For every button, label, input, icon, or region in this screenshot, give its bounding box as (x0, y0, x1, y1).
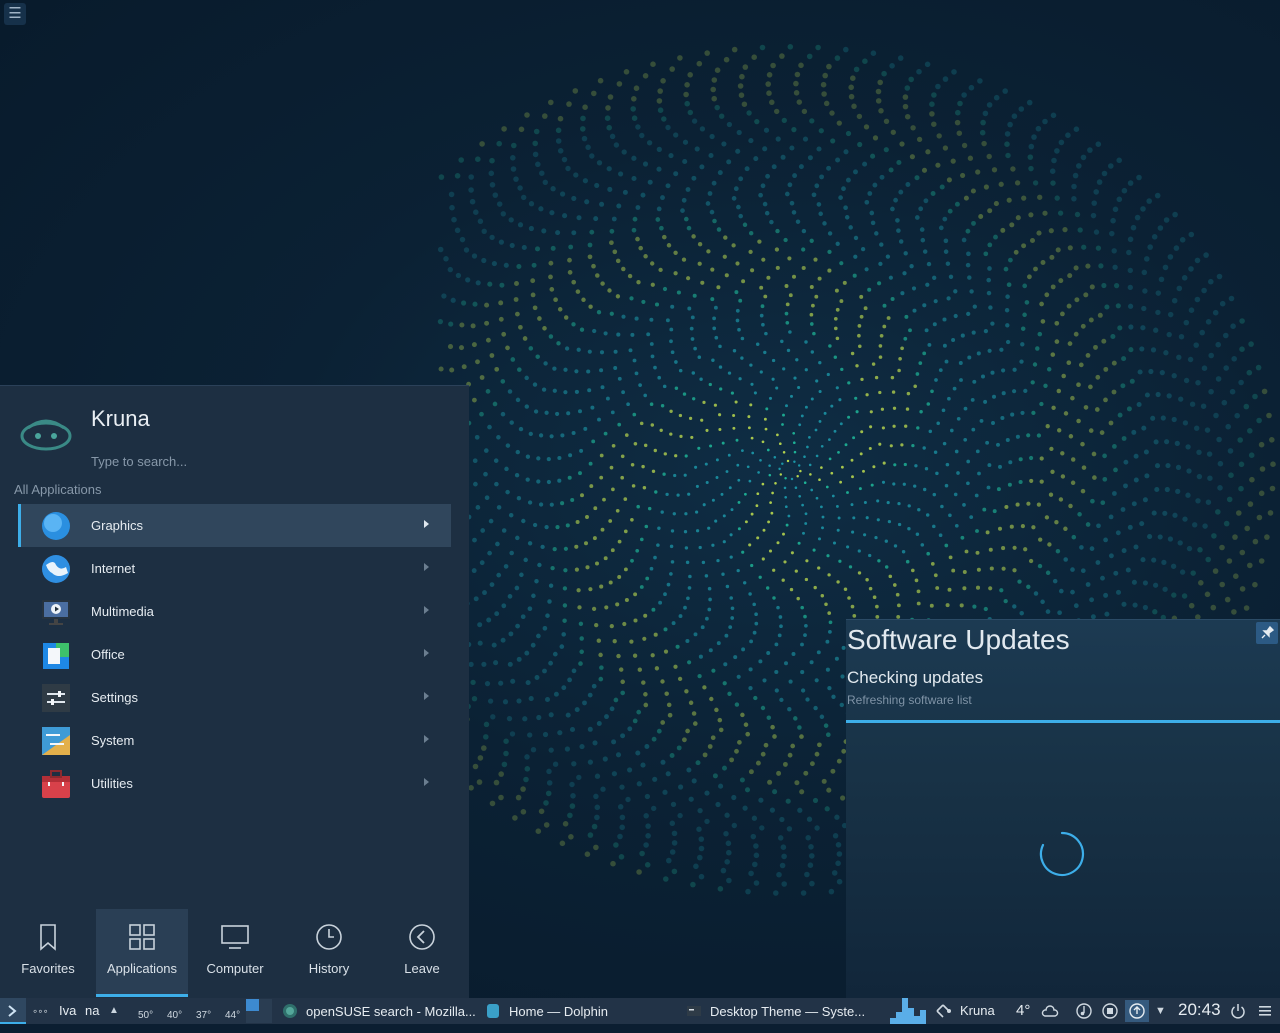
category-label: System (91, 733, 135, 748)
tab-history[interactable]: History (283, 909, 375, 997)
back-arrow-icon (409, 924, 435, 950)
cloud-icon[interactable] (1041, 1002, 1059, 1020)
category-graphics[interactable]: Graphics (18, 504, 451, 547)
task-firefox[interactable]: openSUSE search - Mozilla... (282, 998, 476, 1024)
category-label: Internet (91, 561, 136, 576)
audio-volume-icon[interactable] (1075, 1002, 1093, 1020)
chevron-right-icon (424, 606, 429, 614)
task-label: openSUSE search - Mozilla... (306, 1003, 476, 1019)
category-settings[interactable]: Settings (18, 676, 451, 719)
activity-label[interactable]: na (85, 998, 99, 1024)
media-stop-icon[interactable] (1101, 1002, 1119, 1020)
chevron-right-icon (424, 563, 429, 571)
expand-up-icon[interactable]: ▲ (109, 998, 119, 1024)
launcher-button[interactable] (0, 998, 26, 1024)
category-office[interactable]: Office (18, 633, 451, 676)
chevron-right-icon (424, 649, 429, 657)
tab-label: Applications (106, 961, 178, 976)
app-category-list: Graphics Internet Multimedia Office Sett… (18, 504, 451, 805)
kdeconnect-label[interactable]: Kruna (960, 998, 995, 1024)
tab-label: Leave (404, 961, 440, 976)
internet-icon (42, 555, 70, 583)
chevron-right-icon (424, 520, 429, 528)
busy-spinner-icon (1039, 831, 1085, 877)
cpu-graph-icon (890, 998, 926, 1024)
graphics-icon (42, 512, 70, 540)
virtual-desktop-pager[interactable] (246, 998, 272, 1024)
kdeconnect-icon[interactable] (934, 1002, 952, 1020)
category-label: Utilities (91, 776, 133, 791)
tab-computer[interactable]: Computer (189, 909, 281, 997)
bookmark-icon (40, 924, 56, 951)
chevron-right-icon (424, 778, 429, 786)
system-icon (42, 727, 70, 755)
panel-menu-icon[interactable] (1256, 1002, 1274, 1020)
terminal-icon (687, 1006, 701, 1016)
category-internet[interactable]: Internet (18, 547, 451, 590)
updates-tray-icon[interactable] (1125, 1000, 1149, 1022)
sensor-temp: 50° (138, 1010, 154, 1021)
sensor-temp: 44° (225, 1010, 241, 1021)
category-label: Graphics (91, 518, 144, 533)
settings-icon (42, 684, 70, 712)
notification-subtitle: Checking updates (847, 668, 984, 687)
kde-launcher-icon (8, 1005, 17, 1017)
taskbar: ◦◦◦ Iva na ▲ 50° 40° 37° 44° openSUSE se… (0, 998, 1280, 1024)
category-label: Multimedia (91, 604, 154, 619)
application-launcher: Kruna All Applications Graphics Internet (0, 385, 469, 998)
software-updates-notification: Software Updates Checking updates Refres… (846, 619, 1280, 998)
tab-applications[interactable]: Applications (96, 909, 188, 997)
monitor-icon (221, 925, 249, 949)
progress-bar (846, 720, 1280, 723)
task-system-settings[interactable]: Desktop Theme — Syste... (686, 998, 865, 1024)
sensor-temp: 37° (196, 1010, 212, 1021)
clock[interactable]: 20:43 (1178, 1000, 1221, 1020)
power-icon[interactable] (1229, 1002, 1247, 1020)
tray-expand-icon[interactable]: ▼ (1155, 998, 1166, 1024)
chevron-right-icon (424, 735, 429, 743)
multimedia-icon (42, 600, 70, 625)
search-input[interactable] (88, 450, 388, 472)
utilities-icon (42, 770, 70, 798)
desktop-menu-button[interactable]: ☰ (4, 3, 26, 25)
category-system[interactable]: System (18, 719, 451, 762)
avatar[interactable] (18, 406, 74, 458)
section-label: All Applications (14, 482, 102, 497)
category-label: Office (91, 647, 125, 662)
firefox-icon (283, 1004, 297, 1018)
launcher-tab-bar: Favorites Applications Computer History … (0, 909, 469, 999)
office-icon (43, 643, 69, 669)
task-label: Desktop Theme — Syste... (710, 1003, 866, 1019)
tab-label: Favorites (21, 961, 75, 976)
category-multimedia[interactable]: Multimedia (18, 590, 451, 633)
notification-detail: Refreshing software list (847, 693, 972, 707)
more-activities-icon[interactable]: ◦◦◦ (33, 998, 49, 1024)
chevron-right-icon (424, 692, 429, 700)
tab-label: History (308, 961, 350, 976)
pin-icon[interactable] (1256, 622, 1278, 644)
dolphin-icon (487, 1004, 499, 1018)
category-utilities[interactable]: Utilities (18, 762, 451, 805)
task-label: Home — Dolphin (509, 1003, 608, 1019)
tab-favorites[interactable]: Favorites (2, 909, 94, 997)
activity-label[interactable]: Iva (59, 998, 76, 1024)
category-label: Settings (91, 690, 138, 705)
weather-temperature[interactable]: 4° (1016, 998, 1030, 1024)
notification-title: Software Updates (847, 624, 1070, 655)
task-dolphin[interactable]: Home — Dolphin (485, 998, 608, 1024)
clock-icon (316, 924, 342, 950)
tab-label: Computer (206, 961, 264, 976)
user-name: Kruna (91, 406, 150, 431)
sensor-temp: 40° (167, 1010, 183, 1021)
tab-leave[interactable]: Leave (376, 909, 468, 997)
grid-icon (129, 924, 155, 950)
